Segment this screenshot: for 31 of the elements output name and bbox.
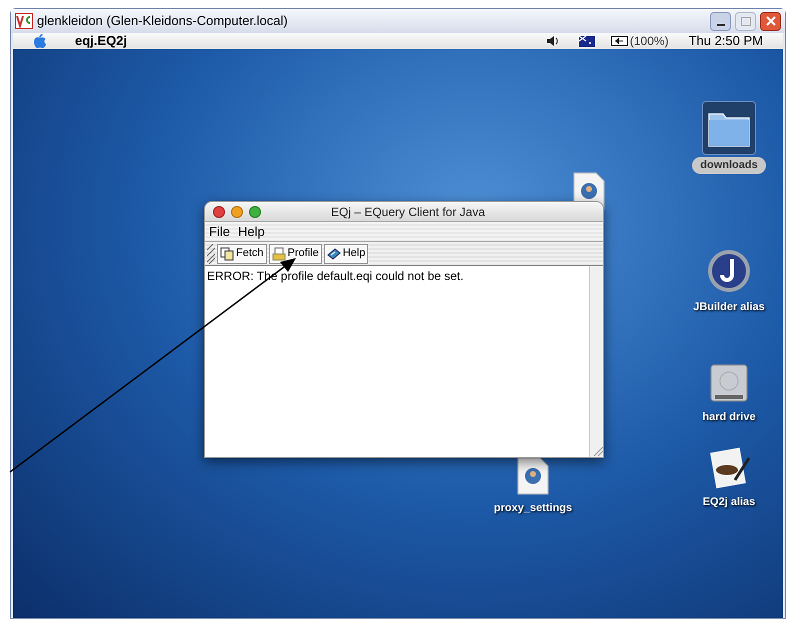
- menu-item[interactable]: Help: [238, 222, 265, 242]
- icon-label[interactable]: proxy_settings: [494, 500, 572, 516]
- close-icon: [766, 16, 776, 26]
- apple-icon[interactable]: [33, 34, 47, 48]
- flag-icon[interactable]: [578, 36, 595, 46]
- app-menu[interactable]: eqj.EQ2j: [75, 31, 547, 51]
- speaker-icon[interactable]: [546, 36, 559, 46]
- icon-label[interactable]: EQ2j alias: [702, 494, 756, 510]
- window-title: EQj – EQuery Client for Java: [330, 204, 486, 220]
- toolbar-button[interactable]: Profile: [268, 244, 322, 264]
- toolbar-button[interactable]: Fetch: [217, 244, 267, 264]
- battery-level: (100%): [630, 33, 669, 50]
- document-icon: [220, 246, 234, 260]
- icon-label[interactable]: JBuilder alias: [693, 299, 765, 316]
- close-button[interactable]: [213, 206, 225, 218]
- j-app-icon: [705, 247, 753, 295]
- toolbar-button[interactable]: Help: [324, 244, 368, 264]
- battery-icon[interactable]: [610, 36, 629, 46]
- scrollbar[interactable]: [589, 266, 603, 457]
- icon-label[interactable]: downloads: [692, 157, 766, 174]
- minimize-button[interactable]: [710, 12, 731, 30]
- window-title: glenkleidon (Glen-Kleidons-Computer.local): [37, 12, 289, 30]
- close-button[interactable]: [760, 12, 781, 30]
- toolbar-grip-icon[interactable]: [207, 244, 215, 264]
- clock[interactable]: Thu 2:50 PM: [688, 31, 763, 51]
- vnc-logo-icon: [15, 13, 33, 29]
- folder-icon: [272, 246, 286, 260]
- zoom-button[interactable]: [249, 206, 261, 218]
- book-icon: [326, 246, 341, 260]
- menu-item[interactable]: File: [209, 222, 230, 242]
- icon-label[interactable]: hard drive: [702, 409, 756, 426]
